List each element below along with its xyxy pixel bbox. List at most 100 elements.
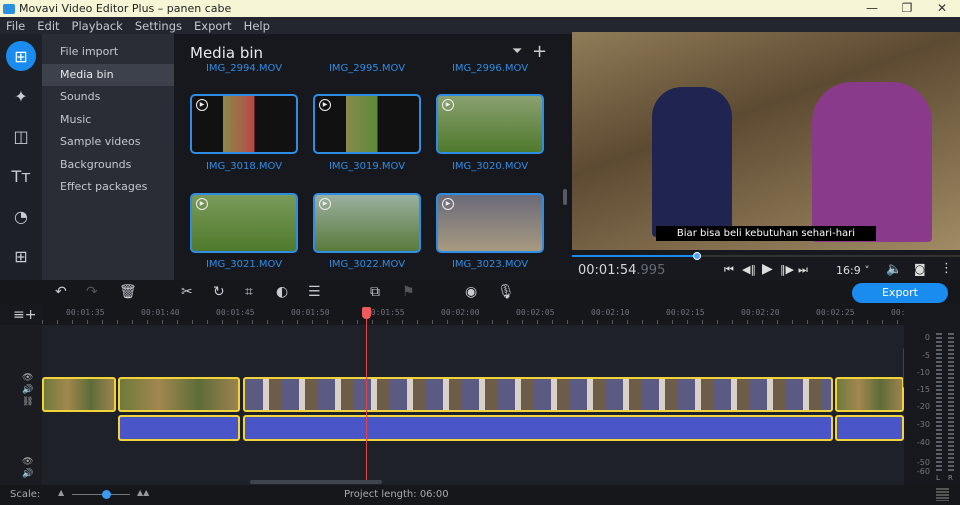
grid-icon[interactable] xyxy=(936,488,949,501)
meter-db-label: -40 xyxy=(916,438,930,447)
media-item-name[interactable]: IMG_3021.MOV xyxy=(190,259,298,270)
media-bin-title: Media bin xyxy=(190,44,264,62)
subtitle: Biar bisa beli kebutuhan sehari-hari xyxy=(656,226,876,241)
prev-frame-icon[interactable]: ◀‖ xyxy=(742,263,756,276)
marker-flag-icon[interactable]: ⚑ xyxy=(402,284,415,300)
skip-end-icon[interactable]: ⏭ xyxy=(798,263,808,277)
cut-icon[interactable]: ✂ xyxy=(181,284,193,300)
visibility-icon[interactable]: 👁 xyxy=(22,373,33,383)
media-item-name[interactable]: IMG_3019.MOV xyxy=(313,161,421,172)
submenu-effect-packages[interactable]: Effect packages xyxy=(42,176,174,199)
undo-icon[interactable]: ↶ xyxy=(55,284,67,300)
menu-export[interactable]: Export xyxy=(188,19,238,33)
media-bin: Media bin ⏷ + IMG_2994.MOV IMG_2995.MOV … xyxy=(174,34,570,280)
transitions-icon[interactable]: ◫ xyxy=(6,121,36,151)
media-item-name[interactable]: IMG_3023.MOV xyxy=(436,259,544,270)
audio-clip[interactable] xyxy=(243,415,833,441)
aspect-ratio-select[interactable]: 16:9 ˅ xyxy=(836,264,870,277)
media-thumbnail[interactable]: ▶ xyxy=(190,193,298,253)
properties-icon[interactable]: ☰ xyxy=(308,284,321,300)
meter-db-label: -50 xyxy=(916,458,930,467)
add-track-icon[interactable]: ≡+ xyxy=(13,307,36,323)
more-icon[interactable]: ⋮ xyxy=(940,261,953,276)
meter-left-label: L xyxy=(936,474,940,482)
timeline-scrollbar[interactable] xyxy=(250,480,382,484)
zoom-in-icon[interactable]: ▲▲ xyxy=(137,488,149,497)
menu-file[interactable]: File xyxy=(0,19,31,33)
bin-scrollbar[interactable] xyxy=(563,189,567,205)
import-icon[interactable]: ⊞ xyxy=(6,41,36,71)
crop-icon[interactable]: ⌗ xyxy=(245,284,253,300)
add-icon[interactable]: + xyxy=(532,41,547,62)
magic-wand-icon[interactable]: ✦ xyxy=(6,81,36,111)
maximize-button[interactable]: ❐ xyxy=(890,0,924,17)
volume-icon[interactable]: 🔈 xyxy=(886,262,902,277)
video-clip[interactable] xyxy=(118,377,240,412)
play-icon: ▶ xyxy=(196,198,208,210)
playhead-handle[interactable] xyxy=(362,307,371,319)
mute-icon[interactable]: 🔊 xyxy=(22,385,33,395)
mute-icon[interactable]: 🔊 xyxy=(22,469,33,479)
export-button[interactable]: Export xyxy=(852,283,948,303)
rotate-icon[interactable]: ↻ xyxy=(213,284,225,300)
submenu-music[interactable]: Music xyxy=(42,109,174,132)
microphone-icon[interactable]: 🎙 xyxy=(497,284,515,300)
audio-clip[interactable] xyxy=(835,415,904,441)
ruler-tick-label: 00:02:05 xyxy=(516,308,555,317)
stickers-icon[interactable]: ◔ xyxy=(6,201,36,231)
zoom-out-icon[interactable]: ▲ xyxy=(58,488,64,497)
delete-icon[interactable]: 🗑 xyxy=(119,284,137,300)
playback-progress xyxy=(572,255,697,257)
transition-wizard-icon[interactable]: ⧉ xyxy=(370,284,380,300)
media-item-name[interactable]: IMG_3020.MOV xyxy=(436,161,544,172)
media-thumbnail[interactable]: ▶ xyxy=(190,94,298,154)
tool-rail: ⊞ ✦ ◫ Tт ◔ ⊞ xyxy=(0,34,42,280)
menu-help[interactable]: Help xyxy=(238,19,276,33)
visibility-icon[interactable]: 👁 xyxy=(22,457,33,467)
video-clip[interactable] xyxy=(835,377,904,412)
audio-clip[interactable] xyxy=(118,415,240,441)
submenu-backgrounds[interactable]: Backgrounds xyxy=(42,154,174,177)
color-adjust-icon[interactable]: ◐ xyxy=(276,284,288,300)
media-thumbnail[interactable]: ▶ xyxy=(436,94,544,154)
play-icon[interactable]: ▶ xyxy=(762,261,773,277)
next-frame-icon[interactable]: ‖▶ xyxy=(780,263,794,276)
redo-icon[interactable]: ↷ xyxy=(86,284,98,300)
media-item-name[interactable]: IMG_3018.MOV xyxy=(190,161,298,172)
progress-handle[interactable] xyxy=(693,252,701,260)
play-icon: ▶ xyxy=(442,198,454,210)
media-thumbnail[interactable]: ▶ xyxy=(313,193,421,253)
timecode: 00:01:54 xyxy=(578,263,637,278)
playhead[interactable] xyxy=(366,307,367,480)
close-button[interactable]: ✕ xyxy=(925,0,959,17)
edit-toolbar xyxy=(0,280,960,305)
media-item-name[interactable]: IMG_3022.MOV xyxy=(313,259,421,270)
snapshot-icon[interactable]: ◙ xyxy=(914,262,926,276)
menu-settings[interactable]: Settings xyxy=(129,19,188,33)
titles-icon[interactable]: Tт xyxy=(6,161,36,191)
media-thumbnail[interactable]: ▶ xyxy=(436,193,544,253)
scale-label: Scale: xyxy=(10,489,41,500)
media-item-name[interactable]: IMG_2995.MOV xyxy=(313,63,421,74)
video-clip[interactable] xyxy=(243,377,833,412)
scale-slider-handle[interactable] xyxy=(102,490,111,499)
submenu-sample-videos[interactable]: Sample videos xyxy=(42,131,174,154)
menu-playback[interactable]: Playback xyxy=(66,19,129,33)
more-tools-icon[interactable]: ⊞ xyxy=(6,241,36,271)
media-item-name[interactable]: IMG_2996.MOV xyxy=(436,63,544,74)
submenu-media-bin[interactable]: Media bin xyxy=(42,63,174,86)
webcam-icon[interactable]: ◉ xyxy=(465,284,477,300)
menu-edit[interactable]: Edit xyxy=(31,19,65,33)
filter-icon[interactable]: ⏷ xyxy=(512,44,522,59)
link-icon[interactable]: ⛓ xyxy=(22,397,33,407)
submenu-file-import[interactable]: File import xyxy=(42,41,174,64)
media-thumbnail[interactable]: ▶ xyxy=(313,94,421,154)
ruler-tick-label: 00:02:00 xyxy=(441,308,480,317)
media-item-name[interactable]: IMG_2994.MOV xyxy=(190,63,298,74)
video-clip[interactable] xyxy=(42,377,116,412)
scale-slider[interactable] xyxy=(72,494,130,495)
skip-start-icon[interactable]: ⏮ xyxy=(724,263,734,277)
meter-db-label: -20 xyxy=(916,402,930,411)
submenu-sounds[interactable]: Sounds xyxy=(42,86,174,109)
minimize-button[interactable]: — xyxy=(855,0,889,17)
